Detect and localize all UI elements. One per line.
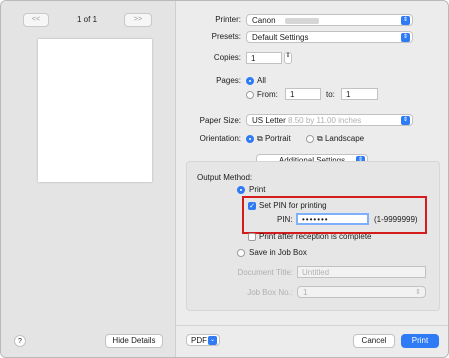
save-job-box-radio[interactable]	[237, 249, 245, 257]
stepper-icon: ⇕	[285, 53, 291, 59]
save-job-box-label: Save in Job Box	[249, 248, 307, 257]
set-pin-label: Set PIN for printing	[259, 201, 327, 210]
output-method-label: Output Method:	[197, 173, 253, 182]
print-button[interactable]: Print	[401, 334, 439, 348]
pages-to-input[interactable]: 1	[341, 88, 378, 100]
presets-label: Presets:	[211, 32, 241, 41]
cancel-button[interactable]: Cancel	[353, 334, 395, 348]
pin-range-label: (1-9999999)	[374, 215, 418, 224]
pages-to-label: to:	[326, 90, 335, 99]
last-page-icon: >>	[133, 16, 143, 23]
presets-value: Default Settings	[252, 33, 309, 42]
print-dialog: << 1 of 1 >> ? Hide Details Printer: Can…	[0, 0, 449, 358]
chevron-updown-icon: ⇕	[401, 16, 410, 25]
document-title-label: Document Title:	[237, 268, 293, 277]
presets-popup[interactable]: Default Settings ⇕	[246, 31, 413, 43]
preview-pane: << 1 of 1 >> ? Hide Details	[1, 1, 176, 357]
print-after-reception-label: Print after reception is complete	[259, 232, 372, 241]
job-box-value: 1	[303, 288, 308, 297]
chevron-updown-icon: ⇕	[415, 289, 421, 296]
print-after-reception-checkbox[interactable]	[248, 233, 256, 241]
chevron-updown-icon: ⇕	[401, 33, 410, 42]
portrait-option: ⧉ Portrait	[257, 134, 291, 144]
print-radio[interactable]	[237, 186, 245, 194]
printer-model-redacted	[285, 18, 319, 24]
pin-label: PIN:	[277, 215, 293, 224]
pages-from-label: From:	[257, 90, 278, 99]
next-last-page-button[interactable]: >>	[124, 13, 152, 27]
copies-value: 1	[251, 54, 256, 63]
portrait-label: Portrait	[264, 134, 291, 143]
landscape-label: Landscape	[324, 134, 365, 143]
pages-from-input[interactable]: 1	[285, 88, 321, 100]
set-pin-checkbox[interactable]: ✓	[248, 202, 256, 210]
pages-label: Pages:	[216, 76, 241, 85]
pdf-label: PDF	[191, 336, 207, 345]
printer-label: Printer:	[215, 15, 241, 24]
paper-size-popup[interactable]: US Letter 8.50 by 11.00 inches ⇕	[246, 114, 413, 126]
paper-size-value: US Letter	[252, 116, 286, 125]
landscape-option: ⧉ Landscape	[317, 134, 364, 144]
chevron-down-icon: ⌄	[208, 336, 217, 345]
page-counter: 1 of 1	[77, 15, 98, 24]
first-page-icon: <<	[31, 16, 41, 23]
pin-input[interactable]: •••••••	[296, 213, 369, 225]
pin-value: •••••••	[302, 215, 329, 224]
footer-divider	[176, 325, 448, 326]
pages-to-value: 1	[346, 90, 351, 99]
hide-details-button[interactable]: Hide Details	[105, 334, 163, 348]
printer-popup[interactable]: Canon ⇕	[246, 14, 413, 26]
pages-all-radio[interactable]	[246, 77, 254, 85]
help-button[interactable]: ?	[14, 335, 26, 347]
page-preview	[38, 39, 152, 182]
checkmark-icon: ✓	[249, 203, 255, 210]
printer-value: Canon	[252, 16, 276, 25]
first-prev-page-button[interactable]: <<	[23, 13, 49, 27]
pages-all-label: All	[257, 76, 266, 85]
help-icon: ?	[18, 338, 22, 345]
copies-stepper[interactable]: ⇕	[284, 52, 292, 64]
orientation-label: Orientation:	[199, 134, 241, 143]
chevron-updown-icon: ⇕	[401, 116, 410, 125]
landscape-icon: ⧉	[317, 134, 323, 143]
document-title-value: Untitled	[302, 268, 330, 277]
job-box-popup[interactable]: 1 ⇕	[297, 286, 426, 298]
copies-input[interactable]: 1	[246, 52, 282, 64]
pages-from-value: 1	[290, 90, 295, 99]
pdf-menu-button[interactable]: PDF ⌄	[186, 334, 220, 346]
document-title-input[interactable]: Untitled	[297, 266, 426, 278]
landscape-radio[interactable]	[306, 135, 314, 143]
job-box-label: Job Box No.:	[247, 288, 293, 297]
copies-label: Copies:	[213, 53, 241, 62]
portrait-radio[interactable]	[246, 135, 254, 143]
pages-range-radio[interactable]	[246, 91, 254, 99]
paper-size-label: Paper Size:	[199, 116, 241, 125]
paper-size-detail: 8.50 by 11.00 inches	[288, 116, 362, 125]
portrait-icon: ⧉	[257, 134, 263, 143]
print-radio-label: Print	[249, 185, 266, 194]
